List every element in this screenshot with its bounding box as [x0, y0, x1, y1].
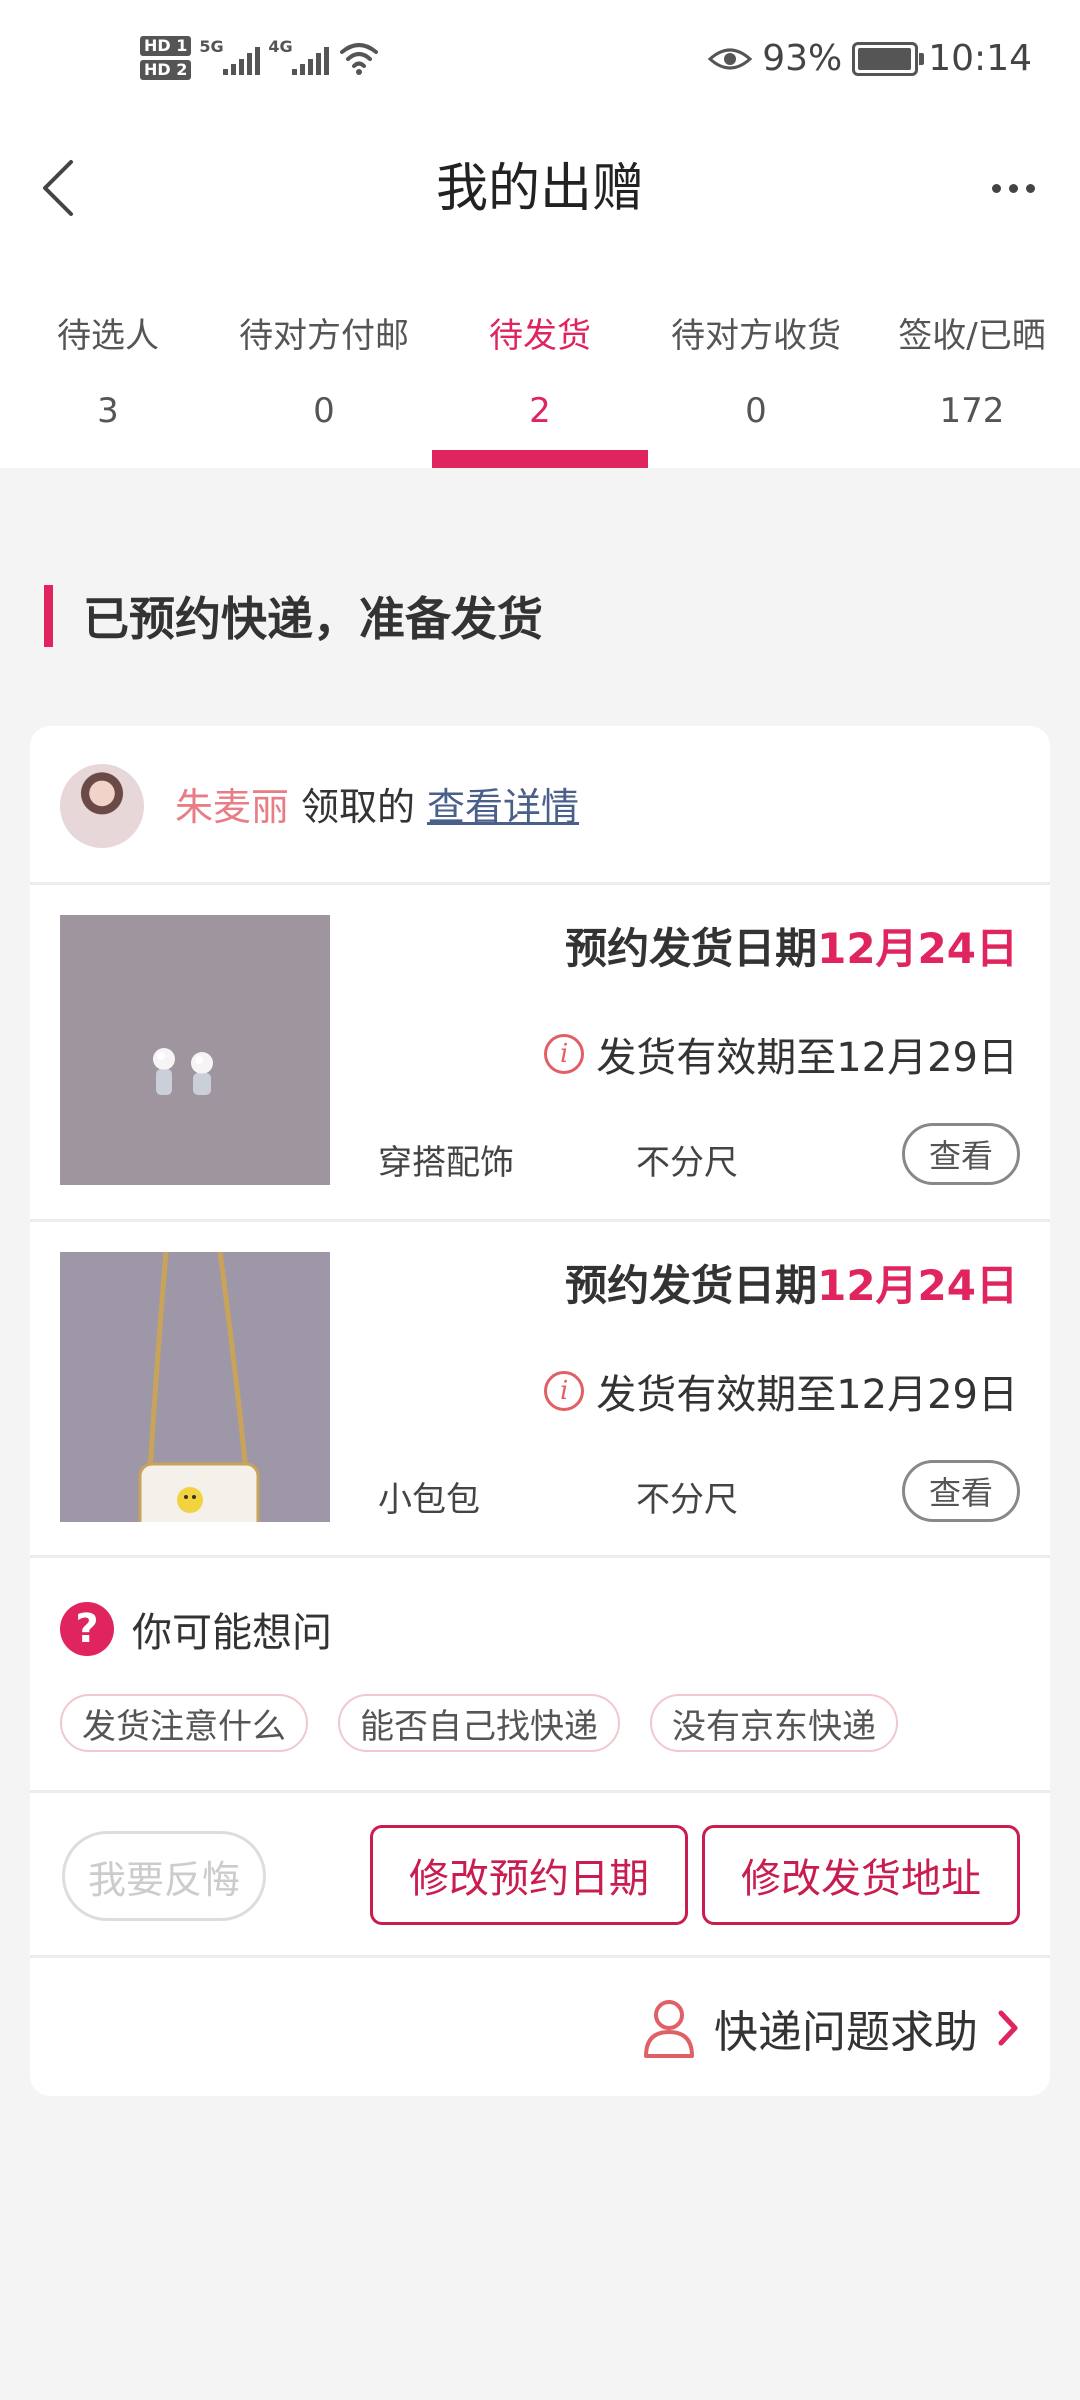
ship-date-label: 预约发货日期: [565, 924, 818, 973]
section-title: 已预约快递，准备发货: [44, 585, 543, 647]
ship-date-value: 12月24日: [817, 1261, 1018, 1310]
receiver-text: 朱麦丽 领取的 查看详情: [175, 776, 579, 831]
sim-indicators: HD 1 HD 2: [140, 36, 192, 80]
help-label: 快递问题求助: [714, 2007, 978, 2058]
eye-icon: [708, 48, 753, 69]
more-dot-icon: [991, 183, 1001, 193]
person-icon: [644, 2000, 694, 2058]
faq-chip[interactable]: 能否自己找快递: [338, 1694, 620, 1752]
tab-label: 待对方付邮: [239, 316, 409, 356]
tab-count: 172: [939, 391, 1005, 431]
more-dot-icon: [1025, 183, 1035, 193]
validity: i 发货有效期至12月29日: [544, 1025, 1018, 1083]
item-size: 不分尺: [636, 1480, 738, 1520]
validity-text: 发货有效期至12月29日: [596, 1372, 1018, 1418]
item-image[interactable]: [60, 1252, 330, 1522]
gift-item: 预约发货日期12月24日 i 发货有效期至12月29日 小包包 不分尺 查看: [30, 1222, 1050, 1556]
tab-pending-select[interactable]: 待选人 3: [0, 262, 216, 468]
tab-pending-postage[interactable]: 待对方付邮 0: [216, 262, 432, 468]
validity: i 发货有效期至12月29日: [544, 1362, 1018, 1420]
faq-chips: 发货注意什么 能否自己找快递 没有京东快递: [60, 1694, 898, 1752]
battery-icon: [852, 41, 925, 76]
net1-label: 5G: [199, 37, 224, 56]
tab-count: 0: [313, 391, 335, 431]
signal-5g-icon: 5G: [199, 37, 261, 75]
sim2-badge: HD 2: [140, 60, 192, 80]
ship-date: 预约发货日期12月24日: [565, 1252, 1018, 1313]
edit-address-button[interactable]: 修改发货地址: [702, 1825, 1020, 1925]
info-icon: i: [544, 1034, 585, 1074]
receiver-row: 朱麦丽 领取的 查看详情: [30, 726, 1050, 882]
shipping-help-inner: 快递问题求助: [642, 1996, 1020, 2060]
receiver-name[interactable]: 朱麦丽: [175, 785, 289, 829]
wifi-icon: [340, 43, 379, 75]
receiver-suffix: 领取的: [301, 785, 416, 829]
faq-chip[interactable]: 没有京东快递: [650, 1694, 898, 1752]
faq-header: ? 你可能想问: [60, 1600, 332, 1658]
ship-date-value: 12月24日: [817, 924, 1018, 973]
status-bar: HD 1 HD 2 5G 4G 93% 10:14: [0, 0, 1080, 132]
tab-pending-shipment[interactable]: 待发货 2: [432, 262, 648, 468]
more-dot-icon: [1008, 183, 1018, 193]
more-button[interactable]: [978, 158, 1048, 218]
status-left: HD 1 HD 2 5G 4G: [140, 36, 379, 80]
bag-image: [60, 1252, 330, 1522]
action-bar: 我要反悔 修改预约日期 修改发货地址: [30, 1793, 1050, 1958]
earring-image: [60, 915, 330, 1185]
validity-text: 发货有效期至12月29日: [596, 1035, 1018, 1081]
tab-received[interactable]: 签收/已晒 172: [864, 262, 1080, 468]
signal-4g-icon: 4G: [268, 37, 330, 75]
sim1-badge: HD 1: [140, 36, 192, 56]
avatar[interactable]: [60, 764, 144, 848]
net2-label: 4G: [268, 37, 293, 56]
gift-item: 预约发货日期12月24日 i 发货有效期至12月29日 穿搭配饰 不分尺 查看: [30, 885, 1050, 1219]
faq-title: 你可能想问: [132, 1610, 332, 1656]
page-title: 我的出赠: [435, 159, 644, 219]
item-category: 穿搭配饰: [378, 1143, 514, 1183]
tab-count: 0: [745, 391, 767, 431]
view-details-link[interactable]: 查看详情: [427, 785, 579, 829]
shipping-help[interactable]: 快递问题求助: [30, 1958, 1050, 2096]
item-category: 小包包: [378, 1480, 480, 1520]
section-title-text: 已预约快递，准备发货: [83, 592, 543, 646]
chevron-right-icon: [998, 2010, 1018, 2046]
tab-count: 2: [529, 391, 551, 431]
tab-label: 待对方收货: [671, 316, 841, 356]
faq-section: ? 你可能想问 发货注意什么 能否自己找快递 没有京东快递: [30, 1558, 1050, 1793]
section-accent-bar: [44, 585, 53, 647]
tab-label: 待选人: [57, 316, 159, 356]
edit-date-button[interactable]: 修改预约日期: [370, 1825, 688, 1925]
ship-date: 预约发货日期12月24日: [565, 915, 1018, 976]
header: 我的出赠: [0, 132, 1080, 262]
ship-date-label: 预约发货日期: [565, 1261, 818, 1310]
battery-percent: 93%: [762, 38, 843, 79]
item-size: 不分尺: [636, 1143, 738, 1183]
view-button[interactable]: 查看: [902, 1123, 1020, 1185]
faq-chip[interactable]: 发货注意什么: [60, 1694, 308, 1752]
regret-button[interactable]: 我要反悔: [62, 1831, 266, 1921]
status-tabs: 待选人 3 待对方付邮 0 待发货 2 待对方收货 0 签收/已晒 172: [0, 262, 1080, 468]
tab-count: 3: [97, 391, 119, 431]
tab-pending-receipt[interactable]: 待对方收货 0: [648, 262, 864, 468]
question-icon: ?: [60, 1602, 114, 1656]
status-right: 93% 10:14: [708, 38, 1032, 79]
tab-label: 待发货: [489, 316, 591, 356]
clock: 10:14: [928, 38, 1032, 79]
item-image[interactable]: [60, 915, 330, 1185]
gift-card: 朱麦丽 领取的 查看详情 预约发货日期12月24日 i 发货有效期至12月29日 穿…: [30, 726, 1050, 2096]
info-icon: i: [544, 1371, 585, 1411]
view-button[interactable]: 查看: [902, 1460, 1020, 1522]
tab-label: 签收/已晒: [898, 316, 1046, 356]
